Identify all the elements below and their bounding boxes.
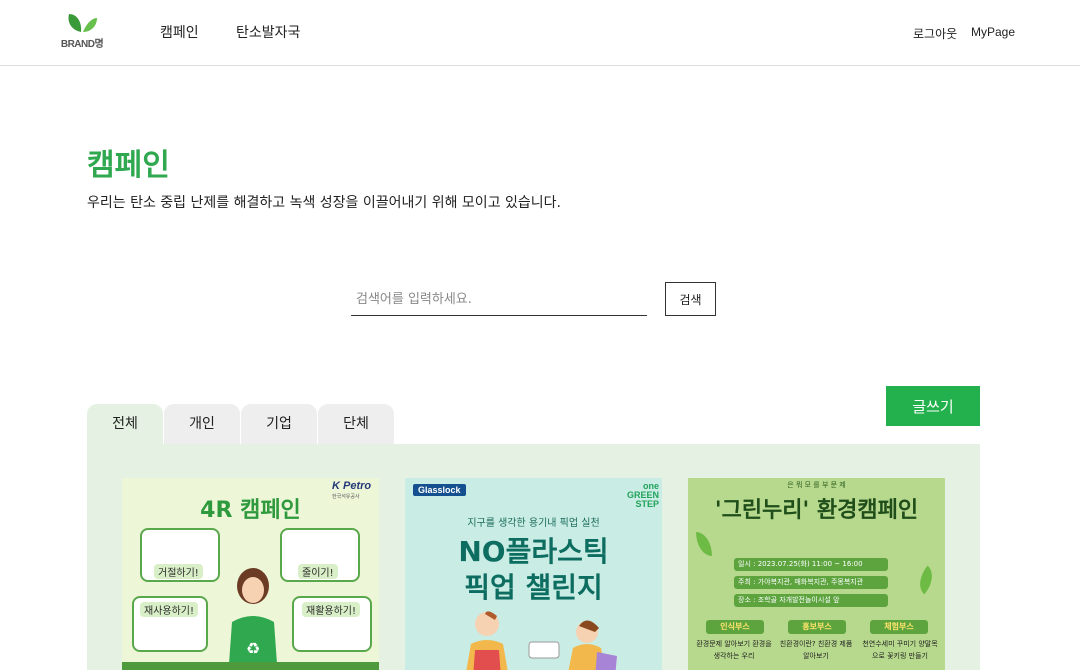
leaf-decoration-icon [696,532,712,556]
card-title-line1: NO플라스틱 [458,535,609,568]
booth-promotion: 홍보부스 [788,620,846,634]
event-host: 주최 : 가야복지관, 매화복지관, 주몽복지관 [734,576,888,589]
tab-personal[interactable]: 개인 [164,404,240,444]
card-subtitle: 지구를 생각한 용기내 픽업 실천 [467,518,600,529]
search-input[interactable] [351,284,647,316]
glasslock-logo: Glasslock [413,484,466,496]
tab-group[interactable]: 단체 [318,404,394,444]
card-top-text: 은 뭐 모 를 부 문 제 [787,481,846,489]
booth-awareness: 인식부스 [706,620,764,634]
event-place: 장소 : 조학골 자개발전놀이시설 앞 [734,594,888,607]
booth-experience: 체험부스 [870,620,928,634]
page-description: 우리는 탄소 중립 난제를 해결하고 녹색 성장을 이끌어내기 위해 모이고 있… [87,195,561,211]
brand-logo[interactable]: BRAND명 [55,10,109,50]
mypage-link[interactable]: MyPage [971,25,1015,39]
label-refuse: 거절하기! [154,564,203,579]
logout-link[interactable]: 로그아웃 [913,25,957,42]
nav-carbon-footprint[interactable]: 탄소발자국 [236,22,300,42]
kpetro-logo-sub: 한국석유공사 [332,494,360,500]
tab-company[interactable]: 기업 [241,404,317,444]
booth-experience-desc: 천연수세미 꾸미기 양말목으로 꽃키링 만들기 [862,640,938,660]
woman-illustration-icon: ♻ [228,568,278,670]
event-date: 일시 : 2023.07.25(화) 11:00 ~ 16:00 [734,558,888,571]
campaign-card-green-nuri[interactable]: 은 뭐 모 를 부 문 제 '그린누리' 환경캠페인 일시 : 2023.07.… [688,478,945,670]
nav-campaign[interactable]: 캠페인 [160,22,199,42]
card-title: '그린누리' 환경캠페인 [714,498,919,523]
label-reduce: 줄이기! [298,564,338,579]
page-title: 캠페인 [87,148,170,183]
write-button[interactable]: 글쓰기 [886,386,980,426]
card-title-line2: 픽업 챌린지 [464,571,603,604]
booth-promotion-desc: 친환경이란? 친환경 제품 알아보기 [779,640,853,660]
label-reuse: 재사용하기! [140,602,199,617]
label-recycle: 재활용하기! [302,602,361,617]
kpetro-logo: K Petro [332,480,372,492]
green-step-logo: one GREEN STEP [626,481,659,509]
search-button[interactable]: 검색 [665,282,716,316]
leaf-decoration-icon [912,565,940,595]
logo-text: BRAND명 [60,39,104,50]
pickup-illustration-icon [466,611,617,670]
leaf-logo-icon [68,14,97,32]
svg-text:♻: ♻ [246,639,260,658]
campaign-card-no-plastic[interactable]: Glasslock one GREEN STEP 지구를 생각한 용기내 픽업 … [405,478,662,670]
top-header: BRAND명 캠페인 탄소발자국 로그아웃 MyPage [0,0,1080,66]
booth-awareness-desc: 환경문제 알아보기 환경을 생각하는 우리 [696,640,772,660]
card-bottom-bar [122,662,379,670]
tab-all[interactable]: 전체 [87,404,163,444]
campaign-card-4r[interactable]: 4R 캠페인 K Petro 한국석유공사 거절하기! 줄이기! 재사용하기! … [122,478,379,670]
